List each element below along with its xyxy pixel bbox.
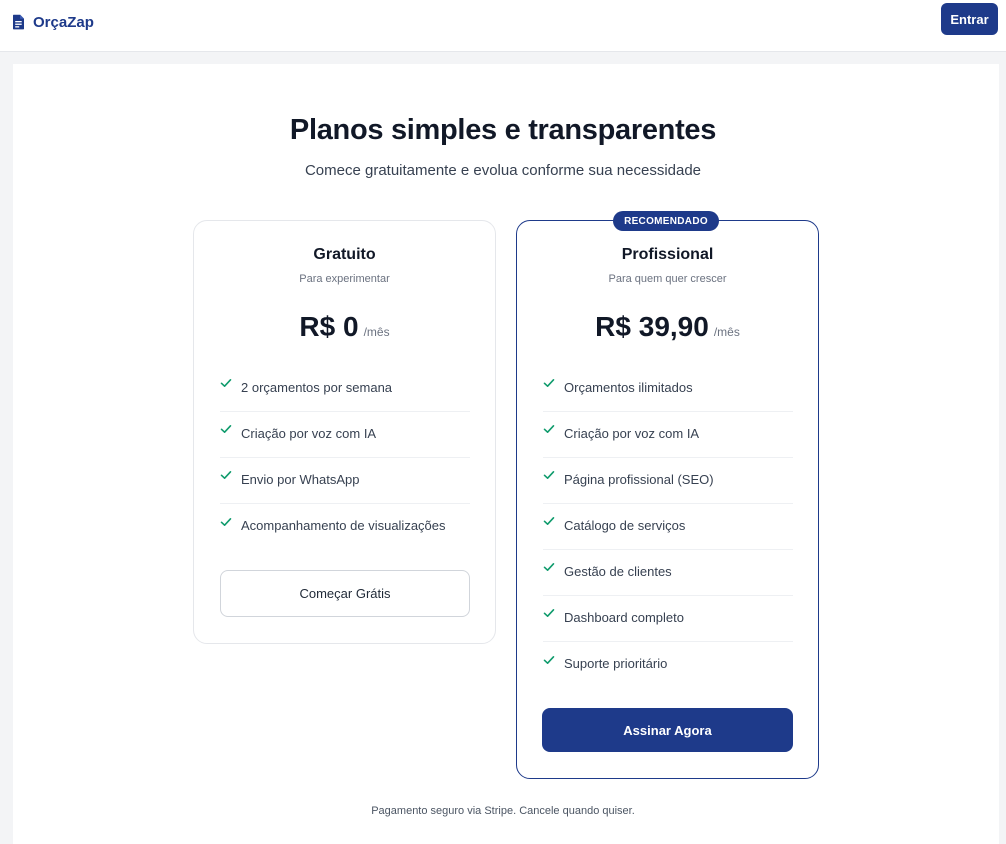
feature-item: Acompanhamento de visualizações bbox=[220, 504, 470, 550]
price-row: R$ 0 /mês bbox=[194, 311, 495, 343]
feature-item: Catálogo de serviços bbox=[543, 504, 793, 550]
plan-period: /mês bbox=[713, 325, 740, 339]
check-icon bbox=[220, 379, 232, 389]
check-icon bbox=[543, 517, 555, 527]
check-icon bbox=[220, 425, 232, 435]
feature-label: Envio por WhatsApp bbox=[241, 471, 360, 487]
feature-label: Suporte prioritário bbox=[564, 656, 668, 671]
feature-item: 2 orçamentos por semana bbox=[220, 366, 470, 412]
feature-label: Criação por voz com IA bbox=[564, 425, 700, 441]
feature-label: Criação por voz com IA bbox=[241, 425, 377, 441]
plan-description: Para quem quer crescer bbox=[608, 273, 727, 285]
document-icon bbox=[12, 14, 25, 30]
plan-name: Gratuito bbox=[313, 246, 376, 263]
feature-item: Página profissional (SEO) bbox=[543, 458, 793, 504]
feature-item: Orçamentos ilimitados bbox=[543, 366, 793, 412]
check-icon bbox=[543, 563, 555, 573]
plan-card-pro: Profissional Para quem quer crescer R$ 3… bbox=[516, 220, 819, 779]
check-icon bbox=[543, 471, 555, 481]
login-button[interactable]: Entrar bbox=[941, 3, 998, 35]
page-subtitle: Comece gratuitamente e evolua conforme s… bbox=[304, 162, 702, 179]
feature-label: Página profissional (SEO) bbox=[564, 471, 714, 487]
plan-description: Para experimentar bbox=[299, 273, 390, 285]
check-icon bbox=[220, 517, 232, 528]
top-navbar: OrçaZap Entrar bbox=[0, 0, 1006, 52]
check-icon bbox=[220, 471, 232, 481]
brand-name: OrçaZap bbox=[33, 13, 94, 31]
plan-period: /mês bbox=[363, 325, 390, 339]
feature-item: Gestão de clientes bbox=[543, 550, 793, 596]
feature-item: Dashboard completo bbox=[543, 596, 793, 642]
feature-label: Dashboard completo bbox=[564, 609, 684, 625]
feature-item: Suporte prioritário bbox=[543, 642, 793, 688]
recommended-badge: RECOMENDADO bbox=[613, 211, 719, 231]
start-free-button[interactable]: Começar Grátis bbox=[220, 570, 470, 617]
feature-list: Orçamentos ilimitados Criação por voz co… bbox=[543, 366, 793, 688]
feature-item: Criação por voz com IA bbox=[220, 412, 470, 458]
check-icon bbox=[543, 609, 555, 619]
plan-name: Profissional bbox=[621, 246, 714, 263]
plan-price: R$ 39,90 bbox=[595, 311, 709, 342]
feature-label: Gestão de clientes bbox=[564, 563, 672, 579]
plan-card-free: Gratuito Para experimentar R$ 0 /mês 2 o… bbox=[193, 220, 496, 644]
check-icon bbox=[543, 425, 555, 435]
feature-label: Orçamentos ilimitados bbox=[564, 379, 693, 395]
feature-item: Criação por voz com IA bbox=[543, 412, 793, 458]
feature-label: 2 orçamentos por semana bbox=[241, 379, 393, 395]
feature-label: Catálogo de serviços bbox=[564, 517, 686, 533]
price-row: R$ 39,90 /mês bbox=[517, 311, 818, 343]
page-title: Planos simples e transparentes bbox=[289, 114, 717, 146]
payment-note: Pagamento seguro via Stripe. Cancele qua… bbox=[371, 805, 635, 817]
plan-price: R$ 0 bbox=[299, 311, 359, 342]
check-icon bbox=[543, 379, 555, 389]
check-icon bbox=[543, 655, 555, 666]
feature-label: Acompanhamento de visualizações bbox=[241, 518, 446, 533]
feature-item: Envio por WhatsApp bbox=[220, 458, 470, 504]
feature-list: 2 orçamentos por semana Criação por voz … bbox=[220, 366, 470, 550]
brand-logo[interactable]: OrçaZap bbox=[12, 12, 94, 32]
main-panel bbox=[13, 64, 999, 844]
subscribe-button[interactable]: Assinar Agora bbox=[542, 708, 793, 752]
